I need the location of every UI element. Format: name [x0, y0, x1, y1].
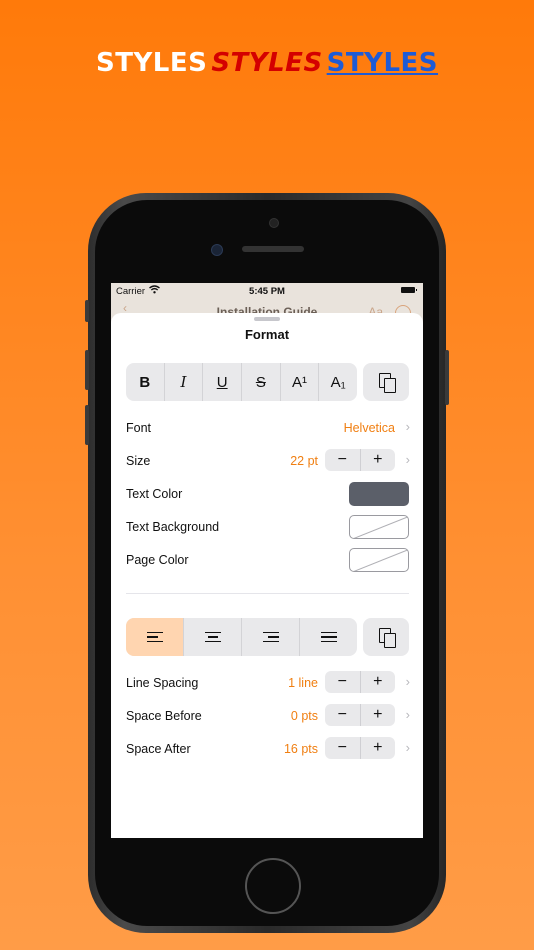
sensor-icon — [211, 244, 223, 256]
headline: STYLES STYLES STYLES — [0, 48, 534, 78]
volume-up-button[interactable] — [85, 350, 89, 390]
headline-word-italic: STYLES — [211, 48, 323, 78]
home-button[interactable] — [245, 858, 301, 914]
copy-style-button[interactable] — [363, 363, 409, 401]
size-row: Size 22 pt − + › — [126, 449, 410, 473]
line-spacing-row: Line Spacing 1 line − + › — [126, 671, 410, 695]
align-left-icon — [146, 631, 163, 643]
align-justify-button[interactable] — [300, 618, 357, 656]
text-style-segmented: B I U S A¹ A₁ — [126, 363, 357, 401]
line-spacing-value: 1 line — [288, 676, 318, 690]
copy-paragraph-style-button[interactable] — [363, 618, 409, 656]
size-value: 22 pt — [290, 454, 318, 468]
sheet-title: Format — [244, 327, 290, 342]
italic-button[interactable]: I — [165, 363, 204, 401]
space-after-label: Space After — [126, 742, 191, 756]
text-background-swatch[interactable] — [349, 515, 409, 539]
align-center-button[interactable] — [184, 618, 242, 656]
chevron-right-icon[interactable]: › — [406, 674, 410, 689]
font-label: Font — [126, 421, 152, 435]
line-spacing-stepper: − + — [325, 671, 395, 693]
text-background-row: Text Background — [126, 515, 409, 539]
font-row[interactable]: Font Helvetica › — [126, 416, 410, 440]
format-sheet: Format B I U S A¹ A₁ Font Helvetica › Si… — [111, 313, 423, 838]
space-after-decrement-button[interactable]: − — [325, 737, 361, 759]
power-button[interactable] — [445, 350, 449, 405]
space-after-row: Space After 16 pts − + › — [126, 737, 410, 761]
underline-button[interactable]: U — [203, 363, 243, 401]
line-spacing-label: Line Spacing — [126, 676, 199, 690]
space-before-decrement-button[interactable]: − — [325, 704, 361, 726]
align-right-icon — [262, 631, 279, 643]
chevron-right-icon[interactable]: › — [406, 707, 410, 722]
no-color-slash-icon — [353, 549, 408, 571]
space-before-row: Space Before 0 pts − + › — [126, 704, 410, 728]
copy-icon — [379, 373, 396, 393]
align-justify-icon — [320, 631, 337, 643]
mute-switch[interactable] — [85, 300, 89, 322]
align-center-icon — [204, 631, 221, 643]
page-color-swatch[interactable] — [349, 548, 409, 572]
status-bar: Carrier 5:45 PM — [111, 283, 423, 299]
text-color-row: Text Color — [126, 482, 409, 506]
align-right-button[interactable] — [242, 618, 300, 656]
earpiece-speaker — [242, 246, 304, 252]
text-background-label: Text Background — [126, 520, 220, 534]
superscript-button[interactable]: A¹ — [281, 363, 320, 401]
page-color-label: Page Color — [126, 553, 189, 567]
bold-button[interactable]: B — [126, 363, 165, 401]
text-color-swatch[interactable] — [349, 482, 409, 506]
chevron-right-icon[interactable]: › — [406, 740, 410, 755]
size-stepper: − + — [325, 449, 395, 471]
alignment-segmented — [126, 618, 357, 656]
text-color-label: Text Color — [126, 487, 183, 501]
camera-icon — [269, 218, 279, 228]
align-left-button[interactable] — [126, 618, 184, 656]
status-time: 5:45 PM — [249, 286, 285, 297]
battery-icon — [401, 287, 417, 293]
space-before-value: 0 pts — [290, 709, 318, 723]
size-label: Size — [126, 454, 151, 468]
space-after-value: 16 pts — [283, 742, 318, 756]
volume-down-button[interactable] — [85, 405, 89, 445]
space-after-increment-button[interactable]: + — [361, 737, 396, 759]
space-after-stepper: − + — [325, 737, 395, 759]
chevron-right-icon[interactable]: › — [406, 452, 410, 467]
size-increment-button[interactable]: + — [361, 449, 396, 471]
headline-word-plain: STYLES — [95, 48, 208, 78]
space-before-increment-button[interactable]: + — [361, 704, 396, 726]
subscript-button[interactable]: A₁ — [319, 363, 357, 401]
no-color-slash-icon — [353, 516, 408, 538]
space-before-label: Space Before — [126, 709, 202, 723]
chevron-right-icon: › — [405, 419, 410, 434]
font-value: Helvetica — [343, 421, 395, 435]
line-spacing-decrement-button[interactable]: − — [325, 671, 361, 693]
line-spacing-increment-button[interactable]: + — [361, 671, 396, 693]
space-before-stepper: − + — [325, 704, 395, 726]
phone-screen: Carrier 5:45 PM ‹ Installation Guide Aa … — [111, 283, 423, 838]
page-color-row: Page Color — [126, 548, 409, 572]
headline-word-underlined: STYLES — [326, 48, 439, 78]
strikethrough-button[interactable]: S — [242, 363, 281, 401]
section-divider — [126, 593, 409, 594]
size-decrement-button[interactable]: − — [325, 449, 361, 471]
copy-icon — [379, 628, 396, 648]
sheet-grabber[interactable] — [254, 317, 280, 321]
